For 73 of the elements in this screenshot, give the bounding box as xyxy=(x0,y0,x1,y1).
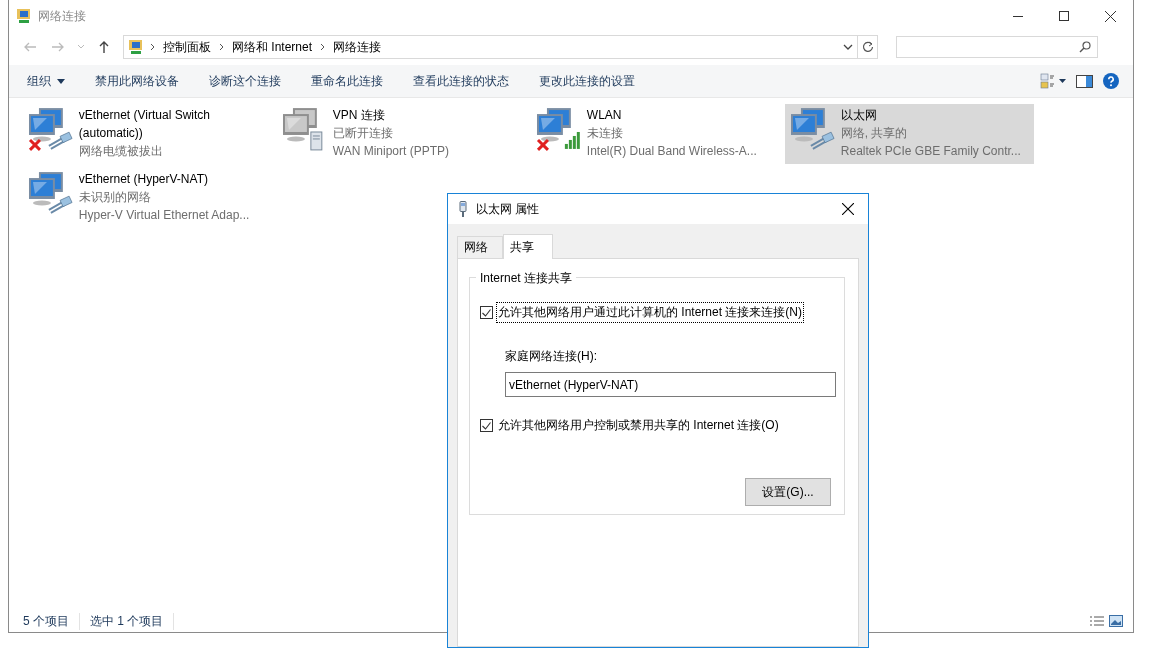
breadcrumb[interactable]: 网络连接 xyxy=(331,38,384,56)
chevron-right-icon xyxy=(320,43,326,51)
address-bar[interactable]: 控制面板 网络和 Internet 网络连接 xyxy=(123,35,878,59)
home-network-field[interactable]: vEthernet (HyperV-NAT) xyxy=(505,372,836,397)
details-view-icon xyxy=(1089,615,1105,627)
checkbox[interactable] xyxy=(480,419,493,432)
window-title: 网络连接 xyxy=(38,7,87,25)
large-icons-icon xyxy=(1109,615,1123,627)
connection-item[interactable]: WLAN 未连接 Intel(R) Dual Band Wireless-A... xyxy=(531,104,780,164)
chevron-down-icon xyxy=(77,44,85,50)
connection-item[interactable]: vEthernet (HyperV-NAT) 未识别的网络 Hyper-V Virtual Ethernet Adap... xyxy=(23,168,272,228)
device-name: Realtek PCIe GBE Family Contr... xyxy=(840,143,1022,160)
details-view-icon xyxy=(1040,73,1066,89)
command-button[interactable]: 查看此连接的状态 xyxy=(405,67,517,95)
network-folder-icon xyxy=(128,39,144,55)
refresh-icon xyxy=(861,41,874,53)
chevron-right-icon xyxy=(150,43,155,51)
field-label: 家庭网络连接(H): xyxy=(505,348,598,365)
tab[interactable]: 网络 xyxy=(457,236,503,258)
tab[interactable]: 共享 xyxy=(503,234,553,259)
connection-name: vEthernet (Virtual Switch (automatic)) xyxy=(78,107,211,142)
help-button[interactable] xyxy=(1103,73,1119,89)
back-icon xyxy=(23,40,37,54)
forward-icon xyxy=(51,40,65,54)
group-title: Internet 连接共享 xyxy=(476,270,577,287)
connection-item[interactable]: 以太网 网络, 共享的 Realtek PCIe GBE Family Contr... xyxy=(785,104,1034,164)
search-icon xyxy=(1079,41,1091,53)
connection-name: vEthernet (HyperV-NAT) xyxy=(78,171,209,188)
ethernet-plug-icon xyxy=(458,201,468,217)
device-name: Hyper-V Virtual Ethernet Adap... xyxy=(78,207,251,224)
checkbox-label: 允许其他网络用户控制或禁用共享的 Internet 连接(O) xyxy=(497,417,780,434)
connection-status: 网络, 共享的 xyxy=(840,125,909,142)
checkmark-icon xyxy=(482,421,491,430)
connection-name: VPN 连接 xyxy=(332,107,386,124)
settings-button[interactable]: 设置(G)... xyxy=(745,478,831,506)
connection-item[interactable]: vEthernet (Virtual Switch (automatic)) 网络电缆被拔出 xyxy=(23,104,272,164)
help-icon xyxy=(1103,73,1119,89)
view-options-button[interactable] xyxy=(1040,73,1066,89)
chevron-right-icon xyxy=(219,43,224,51)
connection-status: 未连接 xyxy=(586,125,624,142)
command-button[interactable]: 重命名此连接 xyxy=(303,67,391,95)
connection-status: 未识别的网络 xyxy=(78,189,152,206)
connection-status: 已断开连接 xyxy=(332,125,394,142)
chevron-down-icon xyxy=(842,44,853,50)
organize-menu[interactable]: 组织 xyxy=(19,67,73,95)
checkmark-icon xyxy=(482,308,491,317)
command-button[interactable]: 禁用此网络设备 xyxy=(87,67,187,95)
connection-item[interactable]: VPN 连接 已断开连接 WAN Miniport (PPTP) xyxy=(277,104,526,164)
search-field[interactable] xyxy=(896,36,1098,58)
breadcrumb[interactable]: 控制面板 xyxy=(161,38,213,56)
details-view-button[interactable] xyxy=(1089,615,1105,627)
connection-status: 网络电缆被拔出 xyxy=(78,143,164,160)
device-name: WAN Miniport (PPTP) xyxy=(332,143,451,160)
command-button[interactable]: 诊断这个连接 xyxy=(201,67,289,95)
large-icons-button[interactable] xyxy=(1109,615,1123,627)
connection-name: WLAN xyxy=(586,107,623,124)
preview-pane-icon xyxy=(1076,74,1093,88)
item-count: 5 个项目 xyxy=(23,612,80,630)
command-button[interactable]: 更改此连接的设置 xyxy=(531,67,643,95)
preview-pane-button[interactable] xyxy=(1076,74,1093,88)
selection-count: 选中 1 个项目 xyxy=(90,612,175,630)
device-name: Intel(R) Dual Band Wireless-A... xyxy=(586,143,758,160)
checkbox[interactable] xyxy=(480,306,493,319)
caret-icon xyxy=(57,78,65,84)
connection-name: 以太网 xyxy=(840,107,878,124)
maximize-icon xyxy=(1059,11,1069,21)
checkbox-label: 允许其他网络用户通过此计算机的 Internet 连接来连接(N) xyxy=(496,302,805,323)
close-icon xyxy=(1104,10,1116,22)
close-icon xyxy=(842,203,854,215)
network-folder-icon xyxy=(16,8,32,24)
breadcrumb[interactable]: 网络和 Internet xyxy=(230,38,315,56)
up-arrow-icon xyxy=(97,40,111,54)
dialog-title: 以太网 属性 xyxy=(476,200,541,218)
